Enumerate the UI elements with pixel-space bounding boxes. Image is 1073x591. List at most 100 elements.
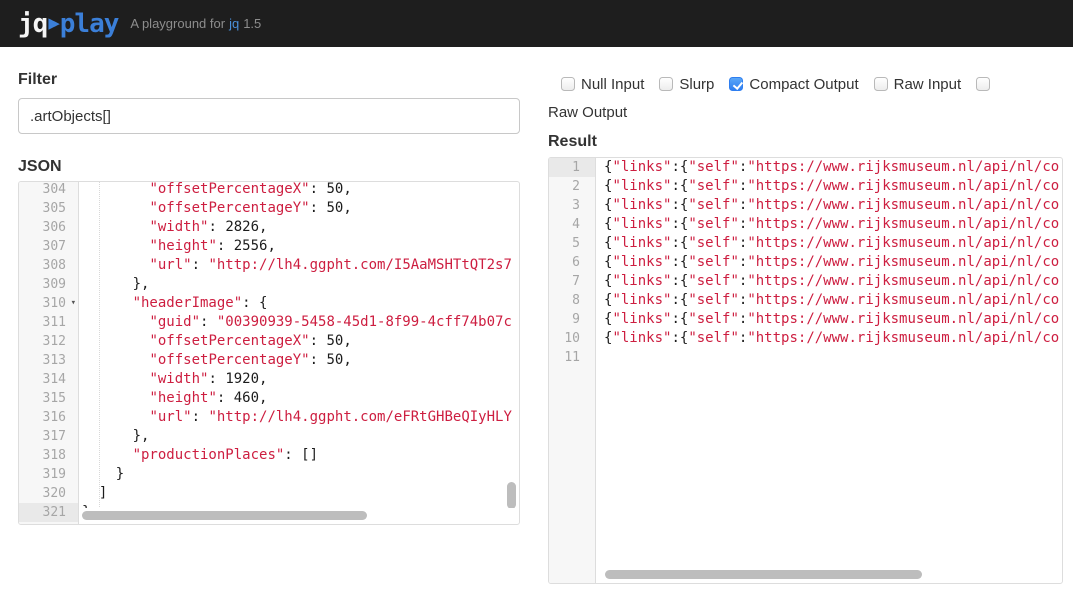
code-line: {"links":{"self":"https://www.rijksmuseu… [604, 253, 1059, 272]
code-line: "productionPlaces": [] [82, 446, 512, 465]
json-editor-vertical-scrollbar[interactable] [507, 482, 516, 509]
code-line: ] [82, 484, 512, 503]
code-line: }, [82, 275, 512, 294]
result-editor-code[interactable]: {"links":{"self":"https://www.rijksmuseu… [604, 158, 1059, 367]
line-number: 318 [19, 446, 78, 465]
subtitle-version: 1.5 [243, 16, 261, 31]
option-compact-output: Compact Output [729, 76, 858, 93]
line-number: 9 [549, 310, 595, 329]
line-number: 319 [19, 465, 78, 484]
line-number: 320 [19, 484, 78, 503]
line-number: 313 [19, 351, 78, 370]
line-number: 5 [549, 234, 595, 253]
line-number: 6 [549, 253, 595, 272]
code-line: "offsetPercentageY": 50, [82, 199, 512, 218]
code-line: "height": 2556, [82, 237, 512, 256]
code-line: "url": "http://lh4.ggpht.com/eFRtGHBeQIy… [82, 408, 512, 427]
code-line: "headerImage": { [82, 294, 512, 313]
option-label-null-input[interactable]: Null Input [581, 76, 644, 93]
code-line: {"links":{"self":"https://www.rijksmuseu… [604, 329, 1059, 348]
code-line: {"links":{"self":"https://www.rijksmuseu… [604, 177, 1059, 196]
option-null-input: Null Input [561, 76, 644, 93]
json-editor-code[interactable]: "offsetPercentageX": 50, "offsetPercenta… [82, 181, 512, 522]
json-editor-hscroll-track[interactable] [80, 508, 518, 523]
line-number: 2 [549, 177, 595, 196]
input-panel: Filter JSON 304305306307308309310▾311312… [18, 60, 520, 525]
json-editor-horizontal-scrollbar[interactable] [82, 511, 367, 520]
code-line: {"links":{"self":"https://www.rijksmuseu… [604, 158, 1059, 177]
line-number: 305 [19, 199, 78, 218]
output-panel: Null Input Slurp Compact Output Raw Input R… [548, 60, 1063, 584]
code-line: } [82, 465, 512, 484]
line-number: 306 [19, 218, 78, 237]
logo[interactable]: jq▶play [18, 9, 118, 39]
code-line: "height": 460, [82, 389, 512, 408]
option-slurp: Slurp [659, 76, 714, 93]
line-number: 309 [19, 275, 78, 294]
options-row: Null Input Slurp Compact Output Raw Input [548, 73, 1063, 95]
line-number: 4 [549, 215, 595, 234]
line-number: 7 [549, 272, 595, 291]
logo-play: play [60, 9, 119, 39]
code-line: "offsetPercentageX": 50, [82, 332, 512, 351]
code-line [604, 348, 1059, 367]
checkbox-compact-output[interactable] [729, 77, 743, 91]
line-number: 312 [19, 332, 78, 351]
code-line: "offsetPercentageX": 50, [82, 181, 512, 199]
result-editor-horizontal-scrollbar[interactable] [605, 570, 922, 579]
line-number: 310▾ [19, 294, 78, 313]
line-number: 3 [549, 196, 595, 215]
line-number: 304 [19, 181, 78, 199]
code-line: "offsetPercentageY": 50, [82, 351, 512, 370]
line-number: 8 [549, 291, 595, 310]
checkbox-raw-output[interactable] [976, 77, 990, 91]
code-line: {"links":{"self":"https://www.rijksmuseu… [604, 291, 1059, 310]
app-header: jq▶play A playground for jq 1.5 [0, 0, 1073, 47]
jq-version-link[interactable]: jq [229, 16, 239, 31]
line-number: 311 [19, 313, 78, 332]
option-label-compact-output[interactable]: Compact Output [749, 76, 858, 93]
filter-label: Filter [18, 72, 520, 88]
line-number: 321 [19, 503, 78, 522]
json-editor-gutter: 304305306307308309310▾311312313314315316… [19, 182, 79, 524]
logo-jq: jq [18, 9, 47, 39]
code-line: {"links":{"self":"https://www.rijksmuseu… [604, 272, 1059, 291]
play-arrow-icon: ▶ [48, 14, 58, 33]
option-raw-output [976, 77, 990, 91]
result-editor[interactable]: 1234567891011 {"links":{"self":"https://… [548, 157, 1063, 584]
checkbox-null-input[interactable] [561, 77, 575, 91]
code-line: "url": "http://lh4.ggpht.com/I5AaMSHTtQT… [82, 256, 512, 275]
option-label-slurp[interactable]: Slurp [679, 76, 714, 93]
code-line: {"links":{"self":"https://www.rijksmuseu… [604, 196, 1059, 215]
code-line: "width": 1920, [82, 370, 512, 389]
code-line: "width": 2826, [82, 218, 512, 237]
line-number: 315 [19, 389, 78, 408]
line-number: 11 [549, 348, 595, 367]
raw-output-option-label[interactable]: Raw Output [548, 104, 1063, 121]
code-line: }, [82, 427, 512, 446]
filter-input[interactable] [18, 98, 520, 134]
code-line: "guid": "00390939-5458-45d1-8f99-4cff74b… [82, 313, 512, 332]
json-label: JSON [18, 159, 520, 175]
line-number: 308 [19, 256, 78, 275]
subtitle-text: A playground for [130, 16, 225, 31]
line-number: 10 [549, 329, 595, 348]
result-label: Result [548, 134, 1063, 150]
code-line: {"links":{"self":"https://www.rijksmuseu… [604, 234, 1059, 253]
fold-arrow-icon[interactable]: ▾ [71, 294, 76, 313]
option-raw-input: Raw Input [874, 76, 962, 93]
checkbox-raw-input[interactable] [874, 77, 888, 91]
result-editor-gutter: 1234567891011 [549, 158, 596, 583]
line-number: 316 [19, 408, 78, 427]
option-label-raw-input[interactable]: Raw Input [894, 76, 962, 93]
code-line: {"links":{"self":"https://www.rijksmuseu… [604, 215, 1059, 234]
line-number: 314 [19, 370, 78, 389]
line-number: 307 [19, 237, 78, 256]
json-editor[interactable]: 304305306307308309310▾311312313314315316… [18, 181, 520, 525]
code-line: {"links":{"self":"https://www.rijksmuseu… [604, 310, 1059, 329]
line-number: 1 [549, 158, 595, 177]
result-editor-hscroll-track[interactable] [597, 567, 1061, 582]
checkbox-slurp[interactable] [659, 77, 673, 91]
app-subtitle: A playground for jq 1.5 [130, 16, 261, 31]
line-number: 317 [19, 427, 78, 446]
